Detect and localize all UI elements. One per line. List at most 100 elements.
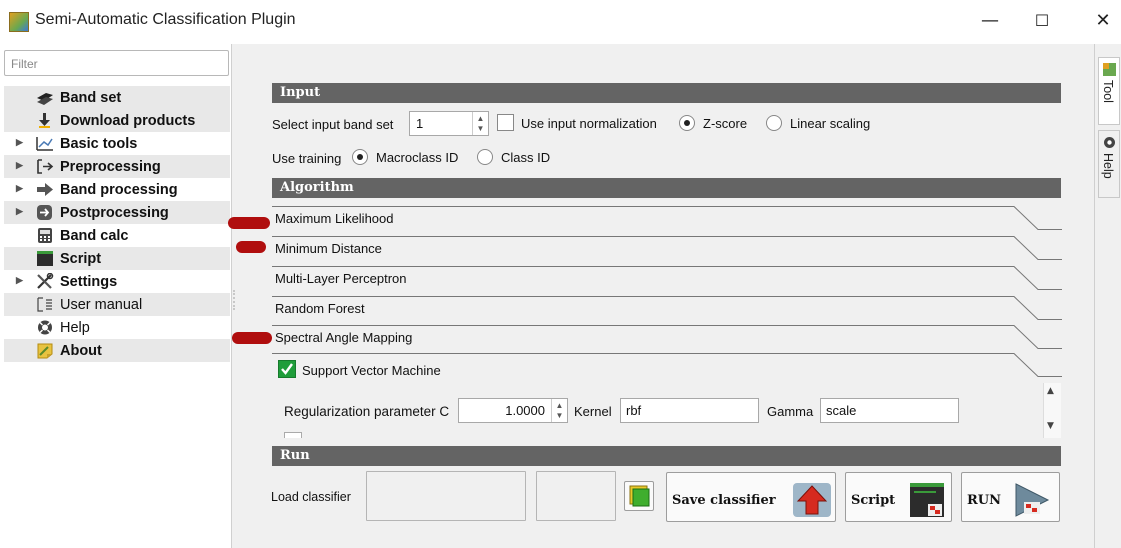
tool-tab-icon bbox=[1103, 63, 1116, 76]
sidebar-item-settings[interactable]: ▶ Settings bbox=[4, 270, 230, 293]
sidebar-item-label: Band calc bbox=[60, 227, 129, 244]
spin-arrows-icon[interactable]: ▲ ▼ bbox=[551, 399, 567, 422]
minimize-button[interactable]: — bbox=[970, 6, 1010, 36]
script-button-label: Script bbox=[851, 493, 896, 508]
macroclass-radio[interactable] bbox=[352, 149, 368, 165]
partially-visible-checkbox[interactable] bbox=[284, 432, 302, 438]
algorithm-option-maximum-likelihood[interactable]: Maximum Likelihood bbox=[272, 204, 1062, 234]
expand-arrow-icon[interactable]: ▶ bbox=[16, 275, 23, 286]
calculator-icon bbox=[38, 228, 52, 243]
sidebar-item-label: Band processing bbox=[60, 181, 178, 198]
title-bar: Semi-Automatic Classification Plugin — ☐… bbox=[0, 0, 1121, 44]
sidebar-item-help[interactable]: Help bbox=[4, 316, 230, 339]
collapse-header-line bbox=[272, 266, 1062, 290]
sidebar-item-postprocessing[interactable]: ▶ Postprocessing bbox=[4, 201, 230, 224]
algorithm-option-multi-layer-perceptron[interactable]: Multi-Layer Perceptron bbox=[272, 264, 1062, 294]
algorithm-option-spectral-angle-mapping[interactable]: Spectral Angle Mapping bbox=[272, 323, 1062, 353]
kernel-label: Kernel bbox=[574, 404, 612, 419]
postprocessing-icon bbox=[37, 205, 52, 220]
basic-tools-icon bbox=[36, 137, 53, 151]
open-file-icon bbox=[629, 485, 650, 507]
algorithm-scrollbar[interactable]: ▲ ▼ bbox=[1043, 383, 1061, 438]
classid-radio[interactable] bbox=[477, 149, 493, 165]
script-icon bbox=[910, 483, 944, 517]
spin-arrows-icon[interactable]: ▲ ▼ bbox=[472, 112, 488, 135]
classid-label: Class ID bbox=[501, 150, 551, 165]
run-button-label: RUN bbox=[967, 493, 1002, 508]
normalization-checkbox[interactable] bbox=[497, 114, 514, 131]
band-set-value: 1 bbox=[416, 116, 424, 131]
regularization-spinbox[interactable]: 1.0000 ▲ ▼ bbox=[458, 398, 568, 423]
run-section-header: Run bbox=[272, 446, 1061, 466]
gamma-input[interactable]: scale bbox=[820, 398, 959, 423]
sidebar-item-label: User manual bbox=[60, 296, 143, 313]
tab-help-label: Help bbox=[1101, 153, 1115, 179]
band-processing-icon bbox=[37, 183, 53, 196]
tab-tool[interactable]: Tool bbox=[1098, 57, 1120, 125]
zscore-label: Z-score bbox=[703, 116, 748, 131]
collapse-header-line bbox=[272, 206, 1062, 230]
sidebar-item-about[interactable]: About bbox=[4, 339, 230, 362]
collapse-header-line bbox=[272, 325, 1062, 349]
run-button[interactable]: RUN bbox=[961, 472, 1060, 522]
download-icon bbox=[39, 113, 50, 128]
collapse-header-line bbox=[272, 236, 1062, 260]
zscore-radio[interactable] bbox=[679, 115, 695, 131]
save-classifier-label: Save classifier bbox=[672, 493, 776, 508]
band-set-spinbox[interactable]: 1 ▲ ▼ bbox=[409, 111, 489, 136]
filter-input[interactable]: Filter bbox=[4, 50, 229, 76]
expand-arrow-icon[interactable]: ▶ bbox=[16, 160, 23, 171]
settings-icon bbox=[37, 273, 54, 289]
help-tab-icon bbox=[1104, 137, 1115, 148]
linear-scaling-radio[interactable] bbox=[766, 115, 782, 131]
expand-arrow-icon[interactable]: ▶ bbox=[16, 137, 23, 148]
sidebar-item-band-set[interactable]: Band set bbox=[4, 86, 230, 109]
manual-icon bbox=[37, 297, 52, 312]
preprocessing-icon bbox=[37, 159, 54, 174]
splitter-handle[interactable] bbox=[233, 290, 235, 310]
sidebar-tree: Band set Download products ▶ Basic tools… bbox=[4, 86, 230, 362]
expand-arrow-icon[interactable]: ▶ bbox=[16, 206, 23, 217]
sidebar-item-script[interactable]: Script bbox=[4, 247, 230, 270]
upload-arrow-icon bbox=[793, 483, 831, 517]
script-icon bbox=[37, 251, 53, 266]
sidebar-item-band-processing[interactable]: ▶ Band processing bbox=[4, 178, 230, 201]
red-annotation-marker bbox=[228, 217, 270, 229]
svm-checkbox[interactable] bbox=[278, 360, 296, 378]
window-title: Semi-Automatic Classification Plugin bbox=[35, 11, 296, 28]
gamma-label: Gamma bbox=[767, 404, 814, 419]
sidebar-item-label: Help bbox=[60, 319, 90, 336]
sidebar-item-download-products[interactable]: Download products bbox=[4, 109, 230, 132]
sidebar-item-label: Band set bbox=[60, 89, 122, 106]
tab-tool-label: Tool bbox=[1101, 80, 1115, 103]
svm-label: Support Vector Machine bbox=[302, 363, 441, 378]
red-annotation-marker bbox=[232, 332, 272, 344]
load-classifier-field[interactable] bbox=[366, 471, 526, 521]
sidebar-item-preprocessing[interactable]: ▶ Preprocessing bbox=[4, 155, 230, 178]
expand-arrow-icon[interactable]: ▶ bbox=[16, 183, 23, 194]
tab-help[interactable]: Help bbox=[1098, 130, 1120, 198]
scroll-down-icon[interactable]: ▼ bbox=[1047, 421, 1054, 431]
macroclass-label: Macroclass ID bbox=[376, 150, 459, 165]
algorithm-option-random-forest[interactable]: Random Forest bbox=[272, 294, 1062, 324]
sidebar-item-user-manual[interactable]: User manual bbox=[4, 293, 230, 316]
about-icon bbox=[37, 343, 53, 359]
sidebar-item-label: Script bbox=[60, 250, 102, 267]
checkmark-icon bbox=[281, 363, 293, 375]
close-button[interactable]: ✕ bbox=[1083, 6, 1121, 36]
kernel-input[interactable]: rbf bbox=[620, 398, 759, 423]
sidebar-item-band-calc[interactable]: Band calc bbox=[4, 224, 230, 247]
band-set-label: Select input band set bbox=[272, 117, 394, 132]
band-set-icon bbox=[37, 93, 53, 105]
save-classifier-button[interactable]: Save classifier bbox=[666, 472, 836, 522]
app-icon bbox=[9, 12, 29, 32]
script-button[interactable]: Script bbox=[845, 472, 952, 522]
collapse-header-line bbox=[272, 296, 1062, 320]
load-classifier-button[interactable] bbox=[624, 481, 654, 511]
algorithm-option-minimum-distance[interactable]: Minimum Distance bbox=[272, 234, 1062, 264]
sidebar-item-label: Preprocessing bbox=[60, 158, 161, 175]
maximize-button[interactable]: ☐ bbox=[1022, 6, 1062, 36]
help-icon bbox=[38, 320, 52, 335]
sidebar-item-basic-tools[interactable]: ▶ Basic tools bbox=[4, 132, 230, 155]
scroll-up-icon[interactable]: ▲ bbox=[1047, 386, 1054, 396]
